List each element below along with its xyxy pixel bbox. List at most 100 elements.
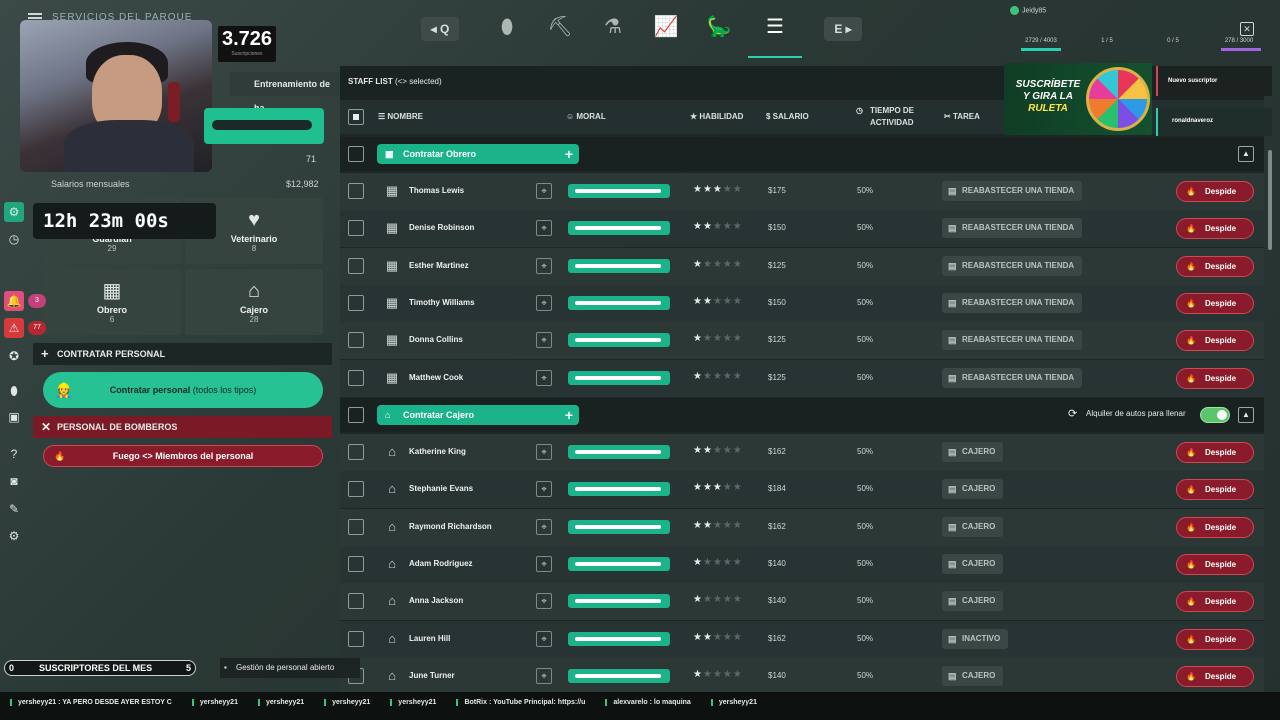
staff-name[interactable]: Denise Robinson bbox=[409, 223, 474, 232]
location-icon[interactable]: ⌖ bbox=[536, 630, 552, 647]
location-icon[interactable]: ⌖ bbox=[536, 555, 552, 572]
egg-sidebar-icon[interactable]: ⬮ bbox=[4, 381, 24, 401]
task-badge[interactable]: CAJERO bbox=[942, 665, 1004, 686]
collapse-button[interactable]: ▲ bbox=[1238, 146, 1254, 162]
task-badge[interactable]: CAJERO bbox=[942, 479, 1004, 500]
warning-icon[interactable]: ⚠ bbox=[4, 318, 24, 338]
location-icon[interactable]: ⌖ bbox=[536, 332, 552, 349]
hire-group-button[interactable]: ▦ Contratar Obrero + bbox=[377, 144, 579, 164]
task-badge[interactable]: REABASTECER UNA TIENDA bbox=[942, 367, 1083, 388]
fire-button[interactable]: Despide bbox=[1176, 330, 1254, 352]
staff-name[interactable]: Matthew Cook bbox=[409, 373, 463, 382]
fire-button[interactable]: Despide bbox=[1176, 591, 1254, 613]
training-tab[interactable]: Entrenamiento de ha bbox=[230, 72, 340, 113]
col-salario[interactable]: $ SALARIO bbox=[766, 112, 809, 121]
location-icon[interactable]: ⌖ bbox=[536, 369, 552, 386]
fire-members-button[interactable]: 🔥 Fuego <> Miembros del personal bbox=[43, 445, 323, 467]
nav-prev-button[interactable]: ◂ Q bbox=[421, 17, 459, 41]
hire-group-button[interactable]: ⌂ Contratar Cajero + bbox=[377, 405, 579, 425]
autofill-toggle[interactable] bbox=[1200, 407, 1230, 423]
task-badge[interactable]: CAJERO bbox=[942, 553, 1004, 574]
select-all-checkbox[interactable] bbox=[348, 109, 364, 125]
task-badge[interactable]: REABASTECER UNA TIENDA bbox=[942, 218, 1083, 239]
staff-name[interactable]: Thomas Lewis bbox=[409, 186, 464, 195]
location-icon[interactable]: ⌖ bbox=[536, 294, 552, 311]
fire-button[interactable]: Despide bbox=[1176, 181, 1254, 202]
staff-name[interactable]: Stephanie Evans bbox=[409, 484, 473, 493]
task-badge[interactable]: REABASTECER UNA TIENDA bbox=[942, 181, 1083, 201]
fire-button[interactable]: Despide bbox=[1176, 442, 1254, 463]
compass-icon[interactable]: ✪ bbox=[4, 346, 24, 366]
staff-sidebar-icon[interactable]: ⚙ bbox=[4, 202, 24, 222]
location-icon[interactable]: ⌖ bbox=[536, 220, 552, 237]
staff-name[interactable]: Lauren Hill bbox=[409, 634, 450, 643]
fire-button[interactable]: Despide bbox=[1176, 553, 1254, 575]
staff-name[interactable]: Katherine King bbox=[409, 447, 466, 456]
help-icon[interactable]: ? bbox=[4, 444, 24, 464]
col-moral[interactable]: ☺ MORAL bbox=[566, 112, 606, 121]
col-nombre[interactable]: ☰ NOMBRE bbox=[378, 112, 423, 121]
staff-name[interactable]: June Turner bbox=[409, 671, 455, 680]
row-checkbox[interactable] bbox=[348, 555, 364, 572]
location-icon[interactable]: ⌖ bbox=[536, 481, 552, 498]
card-cajero[interactable]: ⌂ Cajero 28 bbox=[185, 269, 323, 335]
task-badge[interactable]: REABASTECER UNA TIENDA bbox=[942, 330, 1083, 351]
egg-icon[interactable]: ⬮ bbox=[492, 12, 522, 42]
hire-staff-button[interactable]: 👷 Contratar personal (todos los tipos) bbox=[43, 372, 323, 408]
task-badge[interactable]: REABASTECER UNA TIENDA bbox=[942, 255, 1083, 276]
row-checkbox[interactable] bbox=[348, 481, 364, 498]
location-icon[interactable]: ⌖ bbox=[536, 667, 552, 684]
row-checkbox[interactable] bbox=[348, 257, 364, 274]
chart-icon[interactable]: 📈 bbox=[651, 12, 681, 42]
task-badge[interactable]: REABASTECER UNA TIENDA bbox=[942, 292, 1083, 313]
fire-button[interactable]: Despide bbox=[1176, 479, 1254, 501]
row-checkbox[interactable] bbox=[348, 369, 364, 386]
col-habilidad[interactable]: ★ HABILIDAD bbox=[690, 112, 743, 121]
settings-icon[interactable]: ⚙ bbox=[4, 526, 24, 546]
dinosaur-list-icon[interactable]: 🦕 bbox=[704, 12, 734, 42]
bell-icon[interactable]: 🔔 bbox=[4, 291, 24, 311]
location-icon[interactable]: ⌖ bbox=[536, 518, 552, 535]
row-checkbox[interactable] bbox=[348, 220, 364, 237]
fire-button[interactable]: Despide bbox=[1176, 367, 1254, 389]
row-checkbox[interactable] bbox=[348, 294, 364, 311]
fire-button[interactable]: Despide bbox=[1176, 255, 1254, 277]
staff-list-icon[interactable]: ☰ bbox=[760, 12, 790, 42]
staff-name[interactable]: Donna Collins bbox=[409, 335, 463, 344]
card-obrero[interactable]: ▦ Obrero 6 bbox=[43, 269, 181, 335]
group-checkbox[interactable] bbox=[348, 407, 364, 423]
location-icon[interactable]: ⌖ bbox=[536, 444, 552, 460]
fire-button[interactable]: Despide bbox=[1176, 516, 1254, 538]
nav-next-button[interactable]: E ▸ bbox=[824, 17, 862, 41]
fire-button[interactable]: Despide bbox=[1176, 628, 1254, 650]
row-checkbox[interactable] bbox=[348, 518, 364, 535]
microscope-icon[interactable]: ⚗ bbox=[598, 12, 628, 42]
collapse-button[interactable]: ▲ bbox=[1238, 407, 1254, 423]
task-badge[interactable]: CAJERO bbox=[942, 442, 1004, 462]
grid-icon[interactable]: ▣ bbox=[4, 407, 24, 427]
location-icon[interactable]: ⌖ bbox=[536, 257, 552, 274]
col-tarea[interactable]: ✂ TAREA bbox=[944, 112, 980, 121]
clock-icon[interactable]: ◷ bbox=[4, 229, 24, 249]
scrollbar[interactable] bbox=[1268, 150, 1272, 250]
row-checkbox[interactable] bbox=[348, 630, 364, 647]
row-checkbox[interactable] bbox=[348, 593, 364, 610]
task-badge[interactable]: CAJERO bbox=[942, 516, 1004, 537]
fire-button[interactable]: Despide bbox=[1176, 218, 1254, 240]
row-checkbox[interactable] bbox=[348, 183, 364, 199]
fire-button[interactable]: Despide bbox=[1176, 292, 1254, 314]
close-icon[interactable]: ✕ bbox=[1240, 22, 1254, 36]
group-checkbox[interactable] bbox=[348, 146, 364, 162]
staff-name[interactable]: Esther Martinez bbox=[409, 261, 469, 270]
staff-name[interactable]: Adam Rodriguez bbox=[409, 559, 473, 568]
task-badge[interactable]: CAJERO bbox=[942, 591, 1004, 612]
location-icon[interactable]: ⌖ bbox=[536, 593, 552, 610]
row-checkbox[interactable] bbox=[348, 332, 364, 349]
fire-button[interactable]: Despide bbox=[1176, 665, 1254, 687]
row-checkbox[interactable] bbox=[348, 444, 364, 460]
excavation-icon[interactable]: ⛏ bbox=[545, 12, 575, 42]
camera-icon[interactable]: ◙ bbox=[4, 471, 24, 491]
staff-name[interactable]: Raymond Richardson bbox=[409, 522, 492, 531]
col-tiempo[interactable]: ◷ TIEMPO DE ACTIVIDAD bbox=[856, 106, 914, 127]
staff-name[interactable]: Anna Jackson bbox=[409, 596, 463, 605]
